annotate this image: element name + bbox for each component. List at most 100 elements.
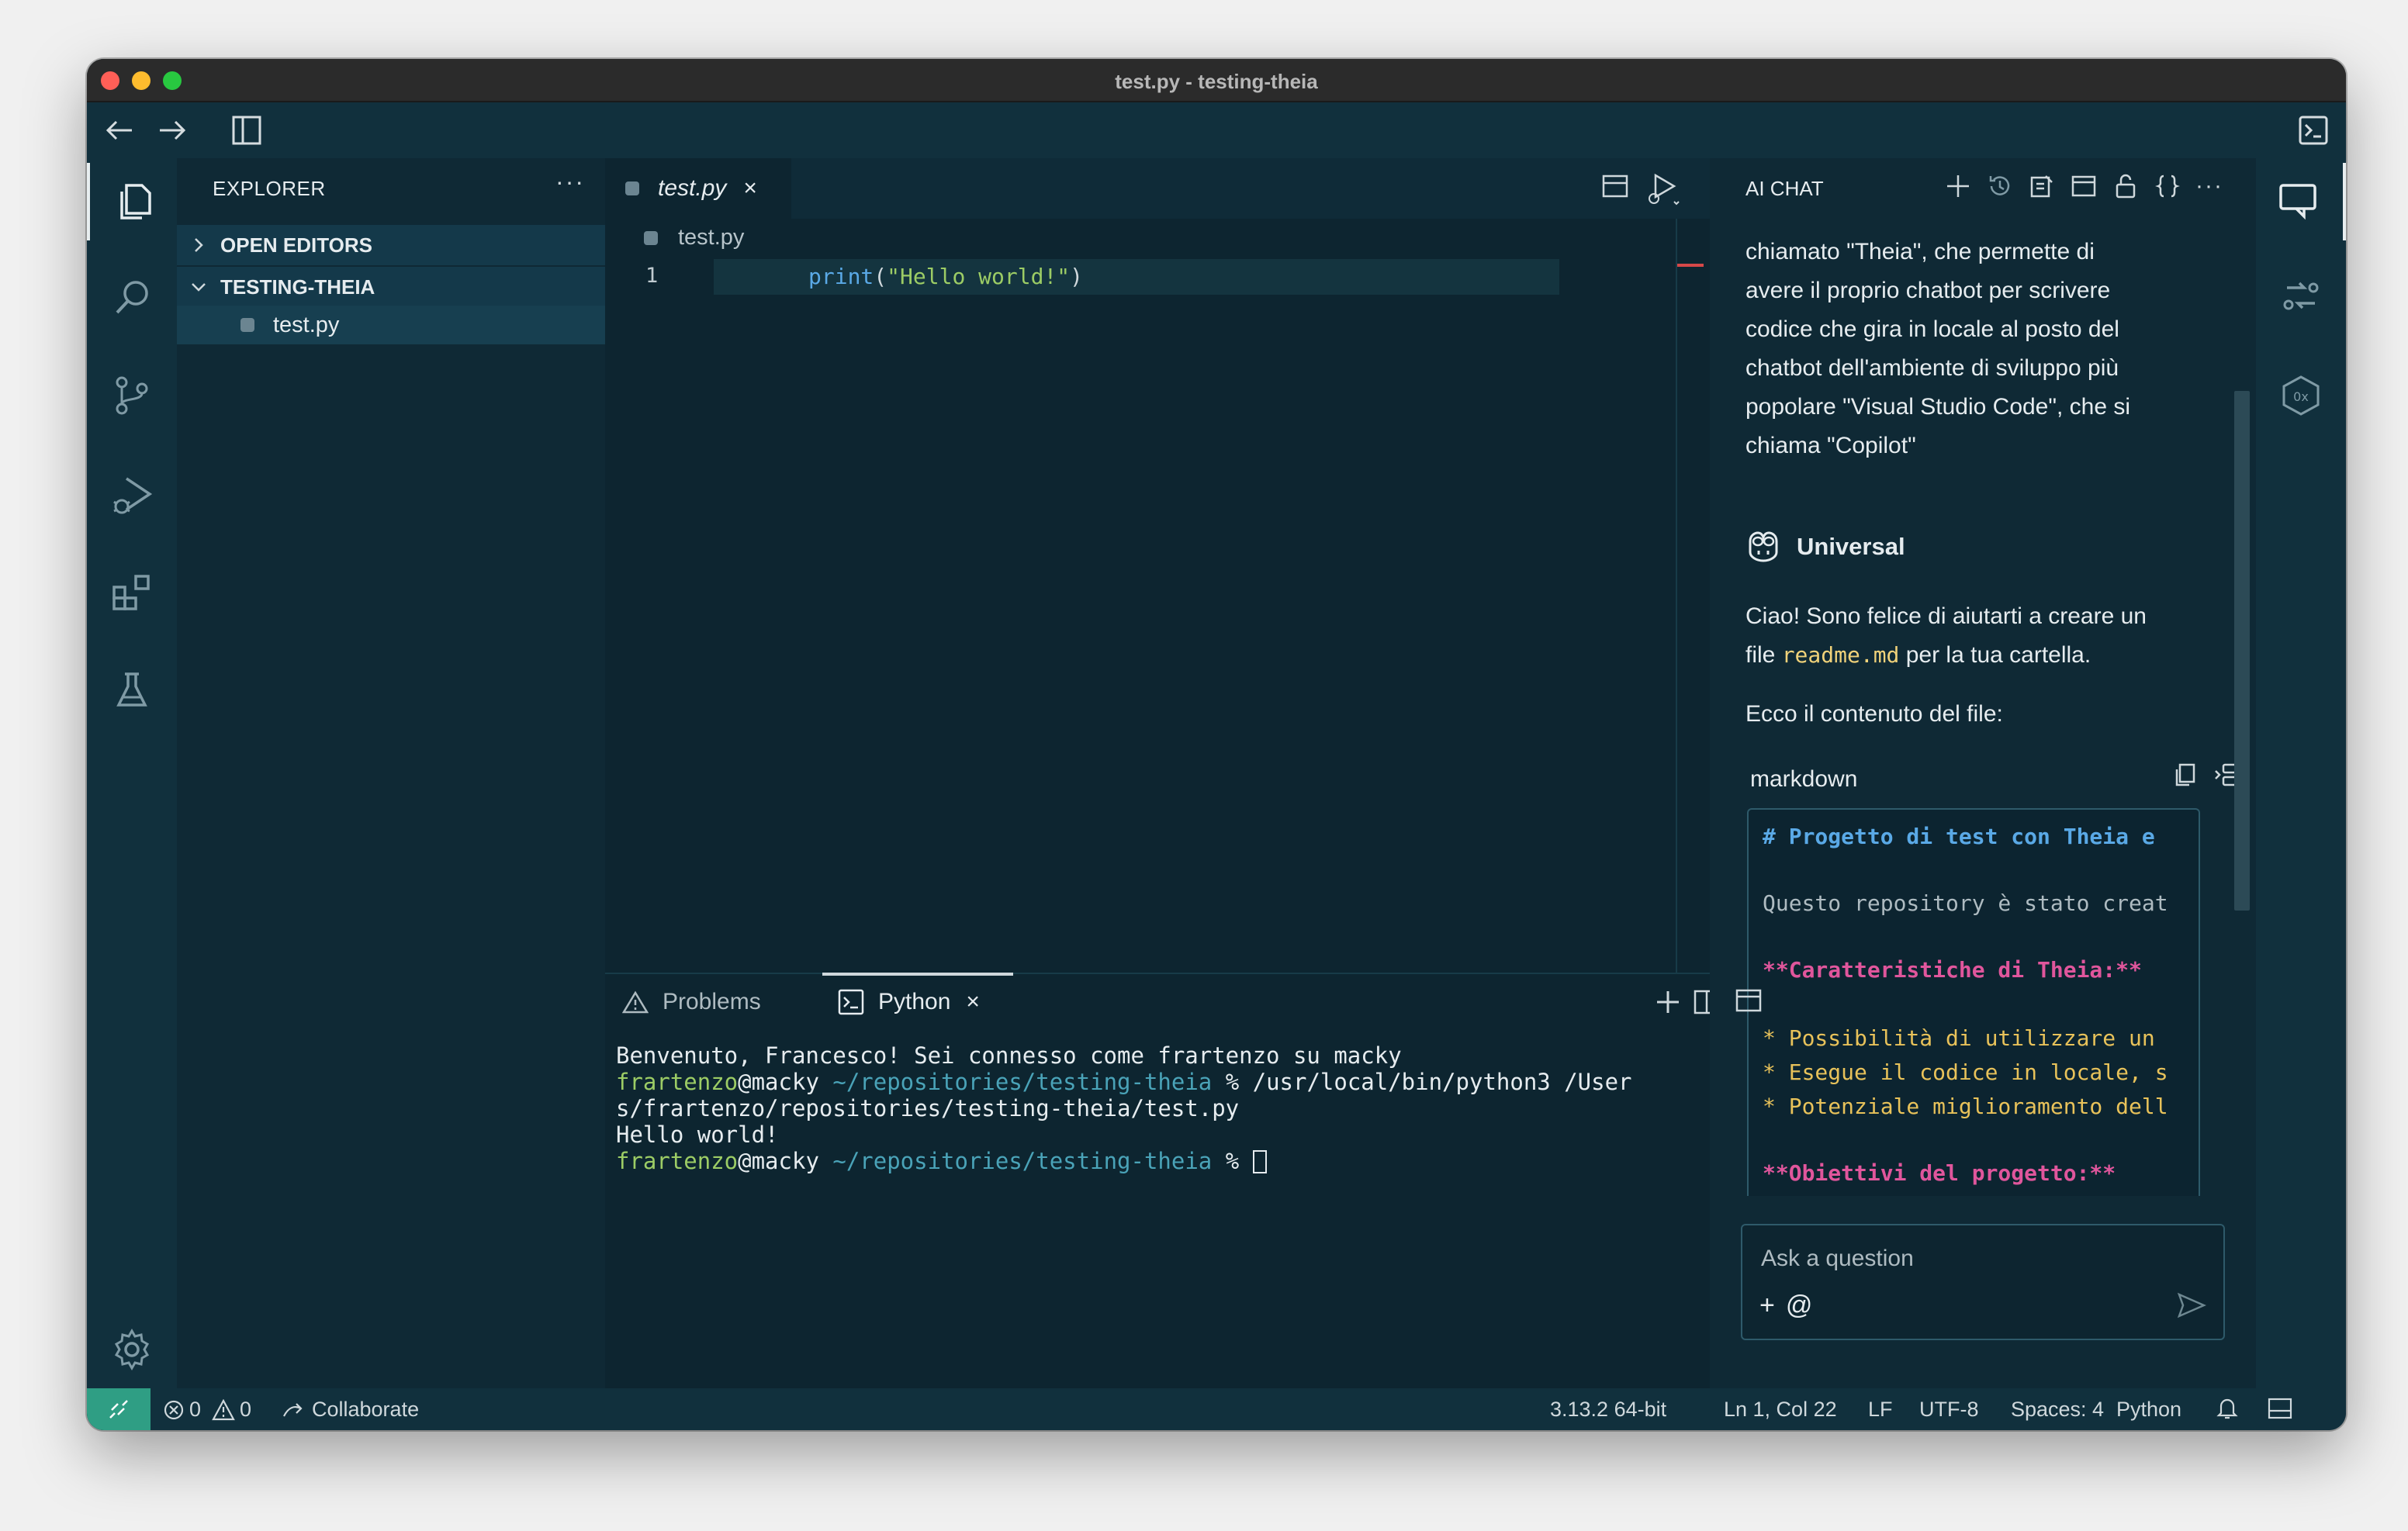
chat-input-placeholder[interactable]: Ask a question (1761, 1246, 1914, 1272)
new-terminal-icon[interactable] (1654, 988, 1682, 1016)
close-tab-icon[interactable]: × (743, 175, 757, 202)
codeblock-line: # Progetto di test con Theia e (1763, 824, 2168, 849)
maximize-panel-icon[interactable] (1735, 987, 1763, 1014)
terminal-prompt: frartenzo@macky ~/repositories/testing-t… (616, 1148, 1632, 1174)
edit-summary-icon[interactable] (2026, 169, 2057, 203)
eol-status[interactable]: LF (1868, 1398, 1893, 1422)
status-bar: 0 0 Collaborate 3.13.2 64-bit Ln 1, Col … (87, 1388, 2346, 1430)
chat-title: AI CHAT (1745, 177, 1824, 200)
chat-input-tools: + @ (1759, 1291, 1812, 1321)
extensions-icon[interactable] (87, 554, 177, 631)
explorer-icon[interactable] (87, 163, 177, 240)
chat-toolbar: ··· (1943, 169, 2225, 203)
editor-tab-test-py[interactable]: test.py × (605, 158, 791, 219)
close-tab-icon[interactable]: × (966, 989, 980, 1015)
code-text: print("Hello world!") (808, 264, 1084, 289)
chat-text-line: chatbot dell'ambiente di sviluppo più (1745, 355, 2119, 381)
chat-scrollbar[interactable] (2234, 391, 2250, 911)
new-chat-icon[interactable] (1943, 169, 1974, 203)
encoding-status[interactable]: UTF-8 (1919, 1398, 1979, 1422)
terminal-line: frartenzo@macky ~/repositories/testing-t… (616, 1069, 1632, 1095)
editor-area: test.py × test.py 1 print("Hello world!"… (605, 158, 1720, 1388)
interpreter-status[interactable]: 3.13.2 64-bit (1550, 1398, 1666, 1422)
bottom-panel: Problems Python × Benvenuto, Francesco! … (605, 973, 1720, 1388)
chat-text-line: Ecco il contenuto del file: (1745, 701, 2003, 727)
collaboration-icon[interactable] (2256, 259, 2346, 337)
file-item-test-py[interactable]: test.py (177, 306, 605, 344)
section-label: TESTING-THEIA (220, 275, 375, 299)
section-label: OPEN EDITORS (220, 233, 373, 257)
breadcrumb[interactable]: test.py (644, 225, 744, 251)
overview-ruler-mark (1677, 264, 1704, 267)
collaborate-button[interactable]: Collaborate (281, 1398, 419, 1422)
settings-gear-icon[interactable] (87, 1311, 177, 1388)
tab-label: Python (878, 989, 951, 1014)
python-file-icon (625, 181, 639, 195)
warning-icon (212, 1398, 235, 1421)
layout-icon[interactable] (2068, 169, 2099, 203)
tab-label: test.py (658, 175, 727, 201)
more-actions-icon[interactable]: ··· (555, 168, 585, 196)
chat-text-line: chiama "Copilot" (1745, 433, 1916, 458)
inline-code: readme.md (1781, 642, 1900, 668)
terminal-output[interactable]: Benvenuto, Francesco! Sei connesso come … (616, 1042, 1632, 1174)
section-testing-theia[interactable]: TESTING-THEIA (177, 267, 605, 307)
chat-input-box[interactable]: Ask a question + @ (1741, 1224, 2225, 1340)
more-actions-icon[interactable]: ··· (2194, 169, 2225, 203)
back-arrow-icon[interactable] (102, 113, 137, 147)
terminal-line: Benvenuto, Francesco! Sei connesso come … (616, 1042, 1402, 1069)
toggle-panel-icon[interactable] (2267, 1396, 2293, 1421)
tab-problems[interactable]: Problems (622, 974, 761, 1030)
title-bar: test.py - testing-theia (87, 59, 2346, 102)
activity-bar (87, 158, 177, 1388)
codeblock-line: * Possibilità di utilizzare un (1763, 1025, 2155, 1051)
terminal-toggle-icon[interactable] (2296, 113, 2330, 147)
codeblock-line: Questo repository è stato creat (1763, 890, 2168, 916)
chat-text-line: chiamato "Theia", che permette di (1745, 239, 2095, 264)
error-count: 0 (189, 1398, 202, 1421)
file-name: test.py (273, 312, 340, 337)
braces-icon[interactable] (2152, 169, 2183, 203)
run-debug-icon[interactable] (87, 456, 177, 534)
history-icon[interactable] (1984, 169, 2015, 203)
editor-scrollbar[interactable] (1676, 219, 1710, 1072)
testing-flask-icon[interactable] (87, 651, 177, 729)
chat-reply: Ciao! Sono felice di aiutarti a creare u… (1745, 597, 2211, 675)
remote-indicator-icon[interactable] (87, 1388, 150, 1430)
search-icon[interactable] (87, 259, 177, 337)
unlock-icon[interactable] (2110, 169, 2141, 203)
forward-arrow-icon[interactable] (155, 113, 189, 147)
top-toolbar (87, 102, 2346, 158)
terminal-cursor (1252, 1150, 1267, 1173)
chat-text-line: codice che gira in locale al posto del (1745, 316, 2119, 342)
toggle-sidebar-icon[interactable] (230, 113, 264, 147)
problems-status[interactable]: 0 0 (163, 1398, 251, 1422)
run-python-icon[interactable] (1645, 172, 1680, 206)
chat-text-line: file readme.md per la tua cartella. (1745, 642, 2091, 668)
python-file-icon (240, 318, 254, 332)
terminal-line: s/frartenzo/repositories/testing-theia/t… (616, 1095, 1240, 1121)
line-number: 1 (645, 264, 659, 288)
hex-0x-icon[interactable]: 0x (2256, 357, 2346, 434)
chevron-right-icon (177, 236, 220, 254)
collaborate-label: Collaborate (312, 1398, 420, 1421)
warning-icon (622, 990, 649, 1014)
ai-chat-icon[interactable] (2256, 163, 2346, 240)
copy-icon[interactable] (2172, 762, 2197, 788)
mention-button[interactable]: @ (1786, 1291, 1813, 1321)
section-open-editors[interactable]: OPEN EDITORS (177, 225, 605, 265)
ai-chat-panel: AI CHAT ··· chiamato "Theia", che permet… (1710, 158, 2256, 1388)
cursor-position-status[interactable]: Ln 1, Col 22 (1724, 1398, 1837, 1422)
send-icon[interactable] (2177, 1292, 2206, 1318)
chat-text-line: popolare "Visual Studio Code", che si (1745, 394, 2131, 420)
markdown-codeblock[interactable]: # Progetto di test con Theia e Questo re… (1747, 808, 2200, 1196)
code-line[interactable]: 1 print("Hello world!") (605, 259, 1640, 295)
warning-count: 0 (240, 1398, 252, 1421)
tab-python-terminal[interactable]: Python × (838, 974, 980, 1030)
language-mode-status[interactable]: Python (2116, 1398, 2181, 1422)
notifications-bell-icon[interactable] (2216, 1396, 2239, 1421)
source-control-icon[interactable] (87, 357, 177, 434)
indentation-status[interactable]: Spaces: 4 (2011, 1398, 2104, 1422)
add-context-button[interactable]: + (1759, 1291, 1775, 1321)
agent-name: Universal (1797, 533, 1905, 560)
